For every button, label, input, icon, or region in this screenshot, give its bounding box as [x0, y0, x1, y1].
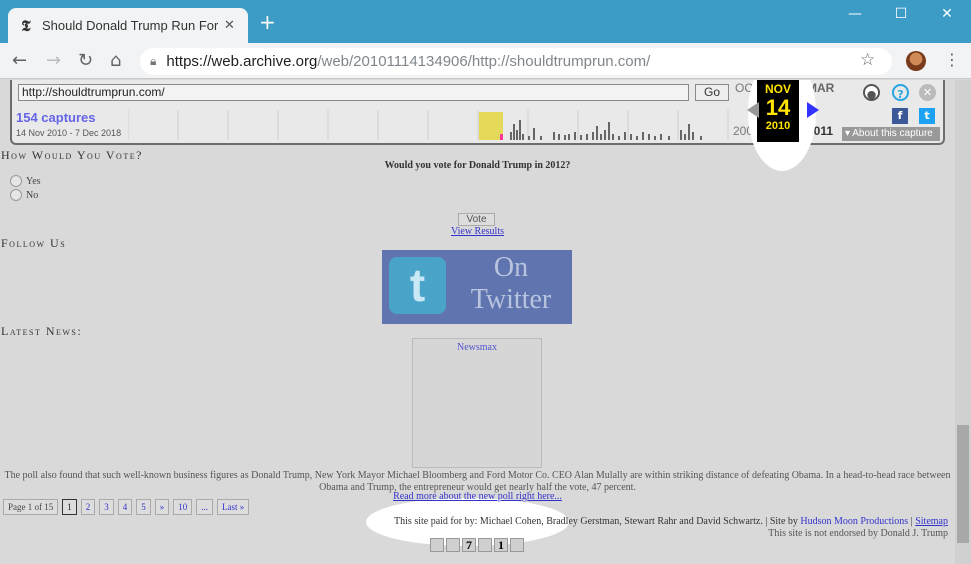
news-heading: Latest News: [1, 324, 83, 338]
maximize-button[interactable]: ☐ [891, 6, 911, 22]
reload-icon[interactable]: ↻ [78, 51, 93, 71]
address-url: https://web.archive.org/web/201011141349… [166, 53, 651, 70]
sitemap-link[interactable]: Sitemap [915, 516, 948, 527]
counter-digit [510, 538, 524, 552]
page-info: Page 1 of 15 [3, 499, 59, 515]
captures-link[interactable]: 154 captures [16, 110, 96, 125]
follow-heading: Follow Us [1, 236, 67, 250]
page-link[interactable]: 2 [80, 499, 96, 515]
tab-close-icon[interactable]: ✕ [224, 18, 235, 33]
current-capture-date: NOV 14 2010 [757, 80, 799, 142]
browser-toolbar: ← → ↻ ⌂ 🔒︎ https://web.archive.org/web/2… [0, 43, 971, 79]
pagination: Page 1 of 15 1 2 3 4 5 » 10 ... Last » [3, 499, 250, 515]
option-no[interactable]: No [10, 189, 38, 201]
address-bar[interactable]: 🔒︎ https://web.archive.org/web/201011141… [140, 48, 892, 75]
help-icon[interactable]: ? [892, 84, 909, 101]
counter-digit [430, 538, 444, 552]
facebook-icon[interactable]: f [892, 108, 908, 124]
profile-avatar[interactable] [906, 51, 926, 71]
lock-icon: 🔒︎ [150, 54, 157, 68]
browser-tab[interactable]: 𝕿 Should Donald Trump Run For Pr ✕ [8, 8, 248, 43]
hudson-moon-link[interactable]: Hudson Moon Productions [800, 516, 908, 527]
close-window-button[interactable]: ✕ [937, 6, 957, 22]
user-icon[interactable]: ● [863, 84, 880, 101]
counter-digit: 7 [462, 538, 476, 552]
prev-capture-arrow-icon[interactable] [747, 102, 759, 118]
tab-title: Should Donald Trump Run For Pr [42, 18, 218, 33]
page-link[interactable]: 3 [99, 499, 114, 515]
footer-credits: This site paid for by: Michael Cohen, Br… [394, 516, 948, 527]
read-more-link[interactable]: Read more about the new poll right here.… [393, 491, 562, 502]
bookmark-star-icon[interactable]: ☆ [860, 50, 875, 70]
new-tab-button[interactable]: + [259, 12, 276, 32]
title-bar: 𝕿 Should Donald Trump Run For Pr ✕ + — ☐… [0, 0, 971, 43]
paid-for-text: This site paid for by: Michael Cohen, Br… [394, 516, 763, 527]
nyt-favicon-icon: 𝕿 [21, 16, 31, 35]
captures-sparkline[interactable] [128, 110, 731, 140]
page-link[interactable]: 1 [62, 499, 77, 515]
view-results-link[interactable]: View Results [451, 226, 504, 237]
current-day: 14 [765, 95, 791, 120]
forward-arrow-icon[interactable]: → [46, 51, 61, 71]
next-capture-arrow-icon[interactable] [807, 102, 819, 118]
not-endorsed-text: This site is not endorsed by Donald J. T… [768, 528, 948, 539]
twitter-share-icon[interactable]: t [919, 108, 935, 124]
poll-question: Would you vote for Donald Trump in 2012? [384, 160, 571, 171]
page-link[interactable]: ... [196, 499, 213, 515]
counter-digit [478, 538, 492, 552]
menu-kebab-icon[interactable]: ⋮ [944, 50, 960, 69]
close-wayback-icon[interactable]: ✕ [919, 84, 936, 101]
minimize-button[interactable]: — [845, 6, 865, 22]
visit-counter: 7 1 [430, 538, 524, 552]
option-yes[interactable]: Yes [10, 175, 41, 187]
page-content: http://shouldtrumprun.com/ Go 154 captur… [0, 80, 955, 564]
vote-button[interactable]: Vote [458, 213, 495, 226]
page-link[interactable]: Last » [217, 499, 250, 515]
page-link[interactable]: 5 [136, 499, 151, 515]
back-arrow-icon[interactable]: ← [12, 51, 27, 71]
twitter-banner[interactable]: t On Twitter [382, 250, 572, 324]
scrollbar-thumb[interactable] [957, 425, 969, 543]
vertical-scrollbar[interactable] [955, 80, 971, 564]
wayback-url-input[interactable]: http://shouldtrumprun.com/ [18, 84, 689, 101]
counter-digit: 1 [494, 538, 508, 552]
radio-no[interactable] [10, 189, 22, 201]
about-capture-button[interactable]: ▾ About this capture [842, 127, 940, 141]
page-link[interactable]: » [154, 499, 170, 515]
current-year: 2010 [765, 120, 791, 132]
newsmax-image[interactable]: Newsmax [412, 338, 542, 468]
wayback-go-button[interactable]: Go [695, 84, 729, 101]
radio-yes[interactable] [10, 175, 22, 187]
twitter-logo-icon: t [389, 257, 446, 314]
current-month: NOV [764, 82, 791, 96]
page-link[interactable]: 4 [117, 499, 133, 515]
home-icon[interactable]: ⌂ [110, 51, 121, 71]
counter-digit [446, 538, 460, 552]
captures-range: 14 Nov 2010 - 7 Dec 2018 [16, 128, 122, 138]
page-link[interactable]: 10 [173, 499, 193, 515]
